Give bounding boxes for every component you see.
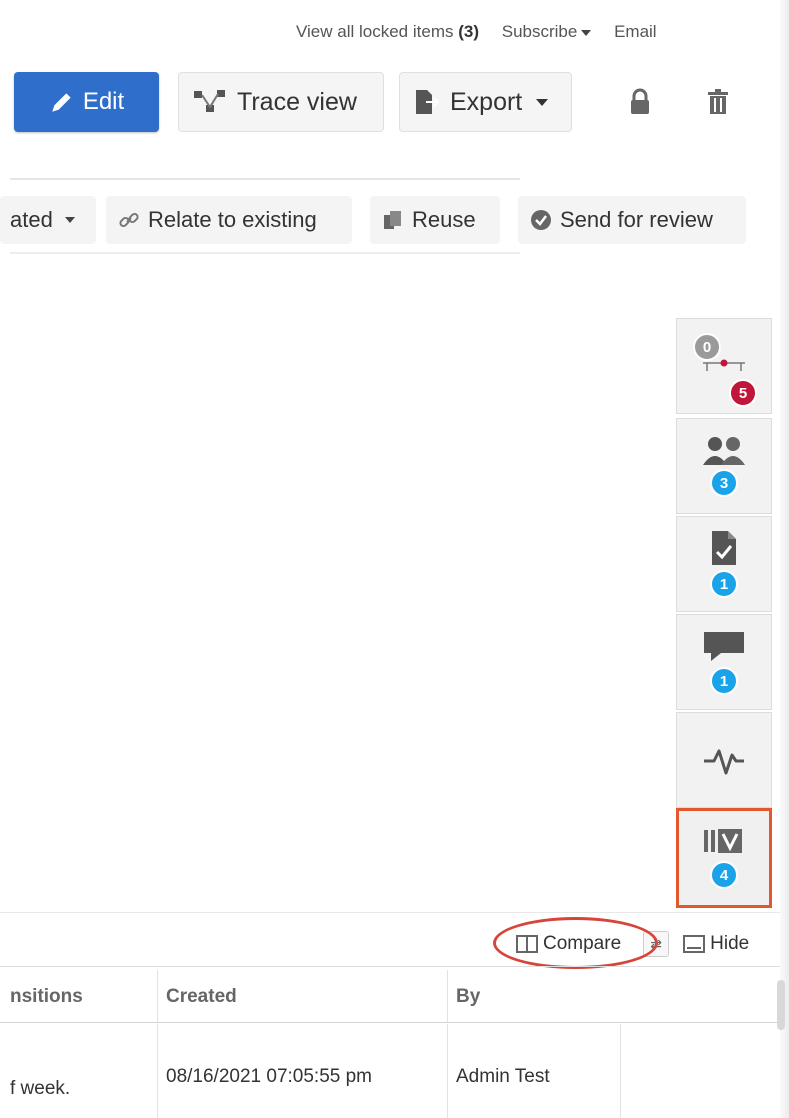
collaborators-tab[interactable]: 3: [676, 418, 772, 514]
delete-button[interactable]: [688, 72, 748, 132]
pencil-icon: [52, 93, 71, 112]
locked-count: (3): [458, 22, 479, 41]
users-icon: [703, 437, 745, 465]
comment-icon: [704, 632, 744, 661]
table-cell-transitions: f week.: [10, 1078, 71, 1099]
lock-icon: [631, 88, 649, 114]
column-divider: [620, 1024, 621, 1118]
comments-tab[interactable]: 1: [676, 614, 772, 710]
relationships-icon: [703, 359, 745, 371]
column-divider: [157, 970, 158, 1022]
link-icon: [119, 212, 139, 228]
reuse-icon: [384, 211, 401, 229]
relationships-tab[interactable]: 0 5: [676, 318, 772, 414]
reviews-count-badge: 1: [710, 570, 738, 598]
hide-label: Hide: [710, 933, 750, 954]
scrollbar[interactable]: [777, 980, 785, 1030]
downstream-count-badge: 5: [729, 379, 757, 407]
chevron-down-icon: [536, 98, 549, 106]
table-header-border: [0, 1022, 789, 1023]
edit-button[interactable]: Edit: [14, 72, 159, 132]
highlight-circle: [493, 917, 658, 969]
column-divider: [157, 1024, 158, 1118]
email-link[interactable]: Email: [614, 22, 657, 41]
divider: [10, 252, 520, 254]
column-header-transitions[interactable]: nsitions: [10, 986, 83, 1008]
top-links: View all locked items (3) Subscribe Emai…: [296, 22, 657, 42]
subscribe-dropdown[interactable]: Subscribe: [502, 22, 592, 41]
chevron-down-icon: [581, 29, 592, 36]
column-header-created[interactable]: Created: [166, 986, 237, 1008]
versions-icon: [704, 829, 742, 853]
trace-icon: [194, 90, 225, 112]
column-divider: [447, 970, 448, 1022]
reuse-label: Reuse: [412, 207, 476, 232]
trace-view-button[interactable]: Trace view: [178, 72, 384, 132]
divider: [10, 178, 520, 180]
export-icon: [416, 90, 440, 114]
lock-button[interactable]: [610, 72, 670, 132]
table-cell-by: Admin Test: [456, 1066, 550, 1087]
check-circle-icon: [531, 210, 551, 230]
column-header-by[interactable]: By: [456, 986, 480, 1008]
review-document-icon: [712, 531, 736, 565]
activity-tab[interactable]: [676, 712, 772, 808]
table-cell-created: 08/16/2021 07:05:55 pm: [166, 1066, 373, 1087]
divider: [0, 912, 789, 913]
hide-button[interactable]: Hide: [683, 933, 749, 955]
versions-count-badge: 4: [710, 861, 738, 889]
trace-view-label: Trace view: [237, 87, 357, 116]
view-locked-items-link[interactable]: View all locked items (3): [296, 22, 479, 41]
chevron-down-icon: [64, 217, 75, 223]
reuse-button[interactable]: Reuse: [370, 196, 500, 244]
collaborators-count-badge: 3: [710, 469, 738, 497]
comments-count-badge: 1: [710, 667, 738, 695]
versions-tab[interactable]: 4: [676, 808, 772, 908]
export-label: Export: [450, 87, 523, 116]
table-top-border: [0, 966, 789, 967]
send-for-review-button[interactable]: Send for review: [518, 196, 746, 244]
send-for-review-label: Send for review: [560, 207, 713, 232]
column-divider: [447, 1024, 448, 1118]
hide-panel-icon: [683, 935, 706, 953]
related-dropdown[interactable]: ated: [0, 196, 96, 244]
relate-to-existing-label: Relate to existing: [148, 207, 317, 232]
activity-pulse-icon: [704, 749, 744, 775]
edit-button-label: Edit: [82, 88, 125, 115]
page-edge: [780, 0, 789, 1118]
export-dropdown[interactable]: Export: [399, 72, 572, 132]
reviews-tab[interactable]: 1: [676, 516, 772, 612]
relate-to-existing-button[interactable]: Relate to existing: [106, 196, 352, 244]
trash-icon: [708, 89, 728, 114]
related-label: ated: [10, 207, 53, 232]
